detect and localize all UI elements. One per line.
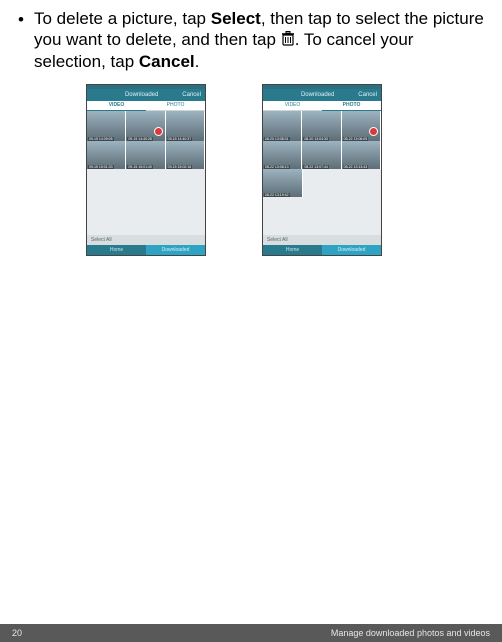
document-page: • To delete a picture, tap Select, then … [0,0,502,642]
thumbnail[interactable]: 09-15 15:02:16 [166,141,205,169]
screenshots-row: Downloaded Cancel VIDEO PHOTO 09-15 14:3… [86,84,484,256]
section-title: Manage downloaded photos and videos [331,628,490,638]
thumb-caption: 08-22 13:13:43 [343,165,369,169]
header-cancel[interactable]: Cancel [358,92,377,98]
thumbnail-selected[interactable]: 08-22 13:06:05 [342,111,381,141]
thumbnail[interactable]: 09-15 14:40:37 [166,111,205,141]
thumbnail[interactable]: 09-15 15:01:33 [87,141,126,169]
thumbnail[interactable]: 08-20 13:08:31 [263,111,302,141]
tabs: VIDEO PHOTO [87,101,205,111]
select-all-bar[interactable]: Select All [263,235,381,245]
thumbnail[interactable]: 08-20 13:04:33 [302,111,341,141]
thumbnail-selected[interactable]: 09-15 14:40:28 [126,111,165,141]
phone-screenshot-left: Downloaded Cancel VIDEO PHOTO 09-15 14:3… [86,84,206,256]
thumb-caption: 09-15 15:01:33 [88,165,114,169]
page-footer: 20 Manage downloaded photos and videos [0,624,502,642]
instr-cancel: Cancel [139,52,195,71]
header-title: Downloaded [125,92,158,98]
instr-part1: To delete a picture, tap [34,9,211,28]
page-number: 20 [12,628,22,638]
header-title: Downloaded [301,92,334,98]
tab-video[interactable]: VIDEO [263,101,322,111]
thumbnail-grid: 09-15 14:39:05 09-15 14:40:28 09-15 14:4… [87,111,205,235]
thumbnail[interactable]: 09-15 15:01:40 [126,141,165,169]
thumbnail[interactable]: 08-22 13:07:44 [302,141,341,169]
thumbnail[interactable]: 09-15 14:39:05 [87,111,126,141]
bottom-downloaded[interactable]: Downloaded [146,245,205,255]
bottom-home[interactable]: Home [87,245,146,255]
tab-photo[interactable]: PHOTO [322,101,381,111]
thumb-caption: 08-22 13:07:44 [303,165,329,169]
thumb-caption: 08-22 13:19:42 [264,193,290,197]
app-header: Downloaded Cancel [263,89,381,101]
bottom-home[interactable]: Home [263,245,322,255]
tabs: VIDEO PHOTO [263,101,381,111]
tab-photo[interactable]: PHOTO [146,101,205,111]
bottom-nav: Home Downloaded [263,245,381,255]
instruction-text: To delete a picture, tap Select, then ta… [34,8,484,72]
trash-icon [281,31,295,47]
app-header: Downloaded Cancel [87,89,205,101]
bottom-downloaded[interactable]: Downloaded [322,245,381,255]
bullet-marker: • [18,8,34,30]
tab-video[interactable]: VIDEO [87,101,146,111]
thumbnail-grid: 08-20 13:08:31 08-20 13:04:33 08-22 13:0… [263,111,381,235]
thumbnail[interactable]: 08-22 13:08:13 [263,141,302,169]
instruction-bullet: • To delete a picture, tap Select, then … [18,8,484,72]
header-cancel[interactable]: Cancel [182,92,201,98]
instr-part4: . [195,52,200,71]
thumb-caption: 09-15 15:02:16 [167,165,193,169]
instr-select: Select [211,9,261,28]
thumbnail[interactable]: 08-22 13:13:43 [342,141,381,169]
bottom-nav: Home Downloaded [87,245,205,255]
thumbnail[interactable]: 08-22 13:19:42 [263,169,303,197]
phone-screenshot-right: Downloaded Cancel VIDEO PHOTO 08-20 13:0… [262,84,382,256]
thumb-caption: 09-15 15:01:40 [127,165,153,169]
select-all-bar[interactable]: Select All [87,235,205,245]
